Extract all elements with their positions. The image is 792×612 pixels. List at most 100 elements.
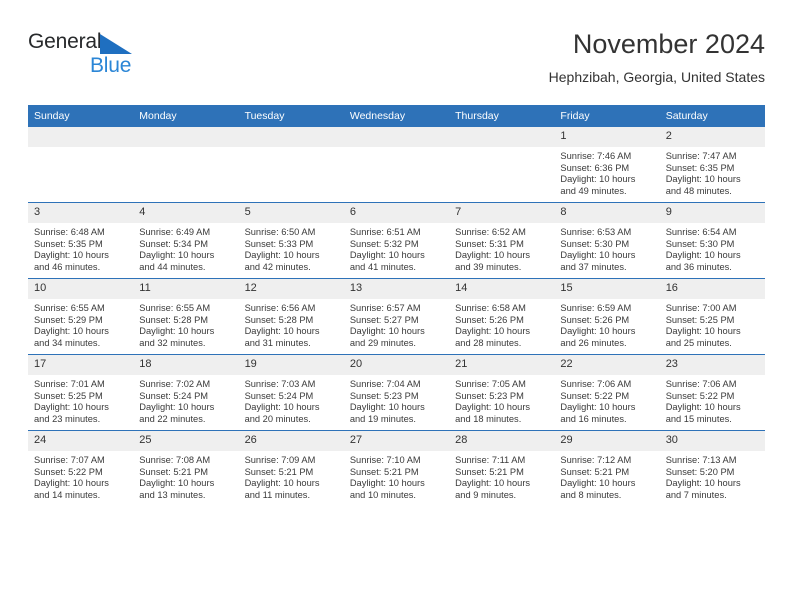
calendar-day-cell[interactable]: 30 Sunrise: 7:13 AM Sunset: 5:20 PM Dayligh… (659, 430, 765, 506)
day-details: Sunrise: 7:11 AM Sunset: 5:21 PM Daylight:… (449, 451, 554, 501)
calendar-day-cell[interactable]: 24 Sunrise: 7:07 AM Sunset: 5:22 PM Dayligh… (28, 430, 134, 506)
sunset-text: Sunset: 5:25 PM (665, 314, 735, 325)
daylight-text-line1: Daylight: 10 hours (349, 402, 425, 413)
daylight-text-line2: and 19 minutes. (349, 413, 416, 424)
calendar-day-cell[interactable]: 7 Sunrise: 6:52 AM Sunset: 5:31 PM Daylight… (449, 202, 555, 279)
calendar-day-cell[interactable]: 12 Sunrise: 6:56 AM Sunset: 5:28 PM Dayligh… (238, 278, 344, 355)
daylight-text-line1: Daylight: 10 hours (244, 326, 320, 337)
sunrise-text: Sunrise: 6:57 AM (349, 303, 421, 313)
daylight-text-line1: Daylight: 10 hours (665, 402, 741, 413)
calendar-page: General Blue November 2024 Hephzibah, Ge… (0, 0, 792, 612)
day-number (449, 127, 555, 147)
daylight-text-line2: and 41 minutes. (349, 261, 416, 272)
calendar-day-cell[interactable]: 16 Sunrise: 7:00 AM Sunset: 5:25 PM Dayligh… (659, 278, 765, 355)
brand-name-general: General (28, 30, 102, 53)
day-number: 19 (238, 355, 344, 375)
day-details: Sunrise: 6:52 AM Sunset: 5:31 PM Daylight:… (449, 223, 554, 273)
calendar-day-cell[interactable]: 15 Sunrise: 6:59 AM Sunset: 5:26 PM Dayligh… (554, 278, 660, 355)
day-number: 28 (449, 431, 555, 451)
sunset-text: Sunset: 6:36 PM (560, 162, 630, 173)
calendar-table: Sunday Monday Tuesday Wednesday Thursday… (28, 105, 765, 506)
sunrise-text: Sunrise: 7:47 AM (665, 151, 737, 161)
calendar-day-cell[interactable]: 11 Sunrise: 6:55 AM Sunset: 5:28 PM Dayligh… (133, 278, 239, 355)
calendar-day-cell[interactable]: 19 Sunrise: 7:03 AM Sunset: 5:24 PM Dayligh… (238, 354, 344, 431)
calendar-day-cell[interactable]: 20 Sunrise: 7:04 AM Sunset: 5:23 PM Dayligh… (343, 354, 450, 431)
calendar-day-cell[interactable]: 17 Sunrise: 7:01 AM Sunset: 5:25 PM Dayligh… (28, 354, 134, 431)
calendar-day-cell[interactable]: 8 Sunrise: 6:53 AM Sunset: 5:30 PM Daylight… (554, 202, 660, 279)
day-number (28, 127, 134, 147)
triangle-icon (100, 34, 132, 54)
day-details: Sunrise: 6:56 AM Sunset: 5:28 PM Daylight:… (239, 299, 344, 349)
calendar-day-cell[interactable]: 4 Sunrise: 6:49 AM Sunset: 5:34 PM Daylight… (133, 202, 239, 279)
day-number: 18 (133, 355, 239, 375)
day-number: 14 (449, 279, 555, 299)
day-number (238, 127, 344, 147)
daylight-text-line2: and 18 minutes. (455, 413, 522, 424)
weekday-header-sunday: Sunday (28, 105, 134, 127)
daylight-text-line2: and 31 minutes. (244, 337, 311, 348)
day-details: Sunrise: 6:57 AM Sunset: 5:27 PM Daylight:… (344, 299, 449, 349)
day-details: Sunrise: 6:49 AM Sunset: 5:34 PM Daylight:… (133, 223, 238, 273)
day-details: Sunrise: 7:00 AM Sunset: 5:25 PM Daylight:… (660, 299, 765, 349)
daylight-text-line2: and 36 minutes. (665, 261, 732, 272)
sunset-text: Sunset: 5:35 PM (34, 238, 103, 249)
calendar-day-cell[interactable]: 10 Sunrise: 6:55 AM Sunset: 5:29 PM Dayligh… (28, 278, 134, 355)
brand-logo[interactable]: General Blue (28, 30, 278, 90)
day-number: 1 (554, 127, 660, 147)
calendar-day-cell[interactable]: 1 Sunrise: 7:46 AM Sunset: 6:36 PM Daylight… (554, 127, 660, 203)
calendar-day-cell[interactable]: 14 Sunrise: 6:58 AM Sunset: 5:26 PM Dayligh… (449, 278, 555, 355)
sunrise-text: Sunrise: 7:10 AM (349, 455, 421, 465)
day-number: 16 (659, 279, 765, 299)
calendar-day-cell[interactable]: 3 Sunrise: 6:48 AM Sunset: 5:35 PM Daylight… (28, 202, 134, 279)
daylight-text-line2: and 16 minutes. (560, 413, 627, 424)
daylight-text-line1: Daylight: 10 hours (244, 478, 320, 489)
calendar-day-cell[interactable]: 23 Sunrise: 7:06 AM Sunset: 5:22 PM Dayligh… (659, 354, 765, 431)
daylight-text-line2: and 28 minutes. (455, 337, 522, 348)
calendar-day-cell[interactable]: 25 Sunrise: 7:08 AM Sunset: 5:21 PM Dayligh… (133, 430, 239, 506)
day-number: 7 (449, 203, 555, 223)
day-number: 10 (28, 279, 134, 299)
sunset-text: Sunset: 6:35 PM (665, 162, 735, 173)
sunrise-text: Sunrise: 7:00 AM (665, 303, 737, 313)
sunrise-text: Sunrise: 7:06 AM (560, 379, 632, 389)
day-details: Sunrise: 6:48 AM Sunset: 5:35 PM Daylight:… (28, 223, 133, 273)
calendar-day-cell[interactable]: 13 Sunrise: 6:57 AM Sunset: 5:27 PM Dayligh… (343, 278, 450, 355)
day-number: 15 (554, 279, 660, 299)
daylight-text-line2: and 11 minutes. (244, 489, 311, 500)
daylight-text-line1: Daylight: 10 hours (139, 478, 215, 489)
daylight-text-line2: and 42 minutes. (244, 261, 311, 272)
daylight-text-line2: and 26 minutes. (560, 337, 627, 348)
sunset-text: Sunset: 5:23 PM (455, 390, 524, 401)
page-title: November 2024 (572, 29, 765, 59)
calendar-week-row: 24 Sunrise: 7:07 AM Sunset: 5:22 PM Dayligh… (28, 430, 765, 506)
daylight-text-line1: Daylight: 10 hours (560, 250, 636, 261)
calendar-day-cell[interactable]: 9 Sunrise: 6:54 AM Sunset: 5:30 PM Daylight… (659, 202, 765, 279)
calendar-day-cell[interactable]: 2 Sunrise: 7:47 AM Sunset: 6:35 PM Daylight… (659, 127, 765, 203)
day-number: 6 (343, 203, 450, 223)
calendar-day-cell[interactable]: 21 Sunrise: 7:05 AM Sunset: 5:23 PM Dayligh… (449, 354, 555, 431)
daylight-text-line1: Daylight: 10 hours (665, 174, 741, 185)
day-details: Sunrise: 7:06 AM Sunset: 5:22 PM Daylight:… (554, 375, 659, 425)
day-number (133, 127, 239, 147)
sunrise-text: Sunrise: 6:50 AM (244, 227, 316, 237)
weekday-header-friday: Friday (554, 105, 660, 127)
sunset-text: Sunset: 5:34 PM (139, 238, 209, 249)
calendar-day-cell[interactable]: 26 Sunrise: 7:09 AM Sunset: 5:21 PM Dayligh… (238, 430, 344, 506)
sunset-text: Sunset: 5:26 PM (455, 314, 524, 325)
calendar-day-cell[interactable]: 27 Sunrise: 7:10 AM Sunset: 5:21 PM Dayligh… (343, 430, 450, 506)
calendar-day-cell[interactable]: 6 Sunrise: 6:51 AM Sunset: 5:32 PM Daylight… (343, 202, 450, 279)
sunrise-text: Sunrise: 6:52 AM (455, 227, 526, 237)
day-details: Sunrise: 7:46 AM Sunset: 6:36 PM Daylight:… (554, 147, 659, 197)
day-number: 30 (659, 431, 765, 451)
calendar-day-cell[interactable]: 28 Sunrise: 7:11 AM Sunset: 5:21 PM Dayligh… (449, 430, 555, 506)
sunset-text: Sunset: 5:27 PM (349, 314, 419, 325)
calendar-day-cell[interactable]: 29 Sunrise: 7:12 AM Sunset: 5:21 PM Dayligh… (554, 430, 660, 506)
calendar-day-cell[interactable]: 5 Sunrise: 6:50 AM Sunset: 5:33 PM Daylight… (238, 202, 344, 279)
daylight-text-line2: and 46 minutes. (34, 261, 101, 272)
day-number: 12 (238, 279, 344, 299)
calendar-day-cell[interactable]: 18 Sunrise: 7:02 AM Sunset: 5:24 PM Dayligh… (133, 354, 239, 431)
calendar-day-cell[interactable]: 22 Sunrise: 7:06 AM Sunset: 5:22 PM Dayligh… (554, 354, 660, 431)
daylight-text-line1: Daylight: 10 hours (665, 326, 741, 337)
sunset-text: Sunset: 5:21 PM (139, 466, 209, 477)
day-number: 26 (238, 431, 344, 451)
